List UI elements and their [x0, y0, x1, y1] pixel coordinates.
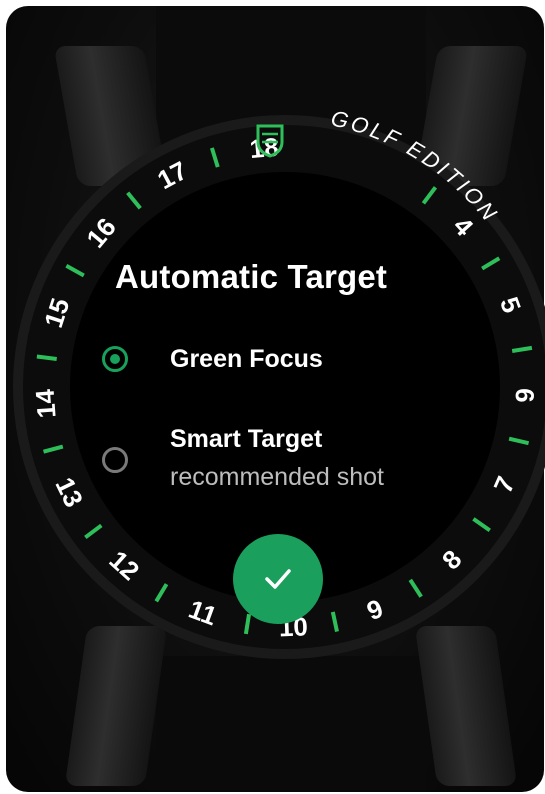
bezel-hole-number: 18	[248, 132, 279, 164]
option-sublabel: recommended shot	[170, 463, 385, 491]
watch-bezel: 1817161514131211 10987654 GOLF EDITION	[13, 105, 545, 659]
bezel-hole-number: 14	[30, 388, 62, 419]
confirm-button[interactable]	[233, 534, 323, 624]
bezel-hole-number: 6	[510, 388, 540, 404]
option-label: Smart Target	[170, 425, 323, 453]
screen-title: Automatic Target	[115, 258, 388, 295]
option-label: Green Focus	[170, 345, 323, 373]
radio-selected-icon[interactable]	[102, 346, 128, 372]
bezel-tick-mark	[36, 354, 57, 361]
checkmark-icon	[265, 569, 291, 589]
radio-unselected-icon[interactable]	[102, 447, 128, 473]
